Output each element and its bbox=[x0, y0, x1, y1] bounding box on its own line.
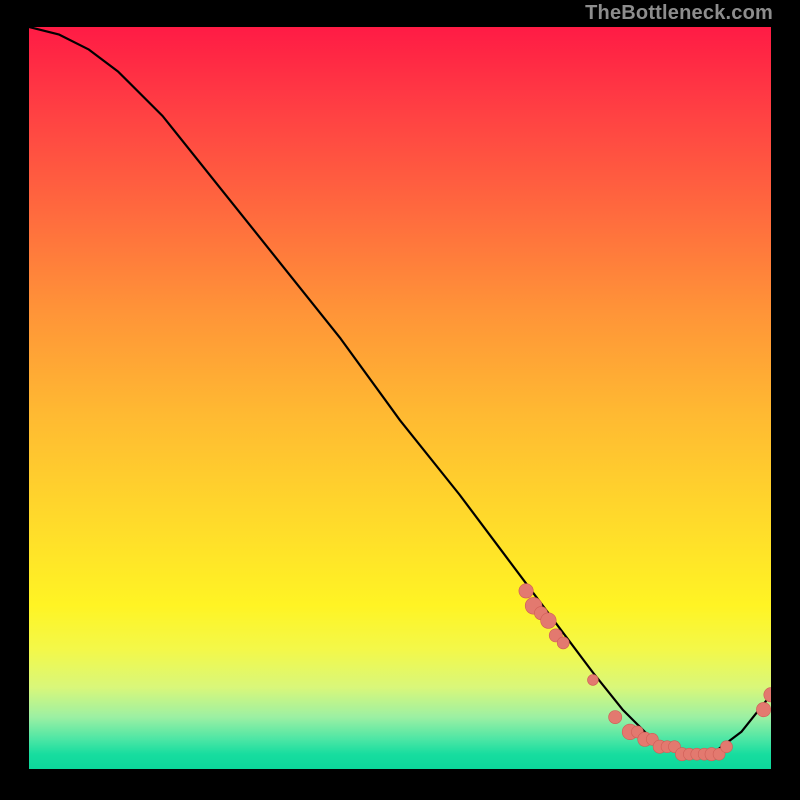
plot-area bbox=[29, 27, 771, 769]
data-markers bbox=[519, 584, 771, 761]
data-marker bbox=[588, 675, 599, 686]
data-marker bbox=[541, 613, 557, 629]
bottleneck-curve bbox=[29, 27, 771, 754]
chart-svg bbox=[29, 27, 771, 769]
chart-stage: TheBottleneck.com bbox=[0, 0, 800, 800]
data-marker bbox=[764, 688, 771, 702]
data-marker bbox=[519, 584, 533, 598]
data-marker bbox=[557, 637, 569, 649]
data-marker bbox=[721, 741, 733, 753]
watermark-label: TheBottleneck.com bbox=[585, 2, 773, 25]
data-marker bbox=[609, 711, 622, 724]
data-marker bbox=[756, 702, 770, 716]
